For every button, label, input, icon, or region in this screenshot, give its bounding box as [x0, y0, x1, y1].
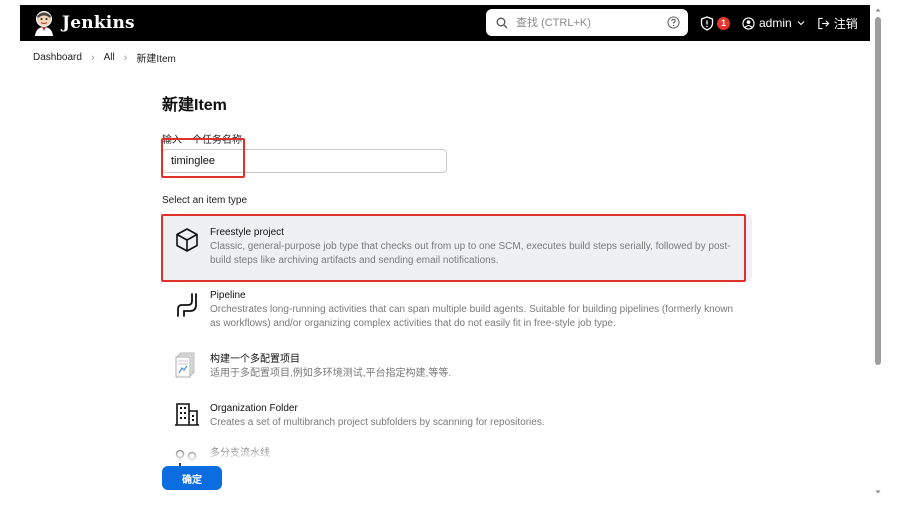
breadcrumb-separator: ›: [123, 51, 128, 64]
scroll-down-arrow-icon[interactable]: [875, 489, 881, 495]
chevron-down-icon: [797, 21, 805, 26]
search-input[interactable]: [516, 16, 656, 29]
app-name: Jenkins: [62, 13, 135, 33]
item-type-organization-folder[interactable]: Organization Folder Creates a set of mul…: [162, 397, 752, 435]
search-icon: [496, 17, 508, 28]
item-type-freestyle[interactable]: Freestyle project Classic, general-purpo…: [162, 215, 752, 281]
jenkins-window: Jenkins 1: [20, 5, 870, 501]
header-actions: 1 admin 注销: [700, 5, 858, 41]
item-type-pipeline[interactable]: Pipeline Orchestrates long-running activ…: [162, 287, 752, 337]
freestyle-cube-icon: [176, 228, 198, 252]
user-menu[interactable]: admin: [742, 16, 805, 30]
item-name-label: 输入一个任务名称: [162, 135, 242, 146]
logout-link[interactable]: 注销: [817, 15, 858, 32]
breadcrumb-all[interactable]: All: [104, 52, 115, 63]
breadcrumb-separator: ›: [90, 51, 95, 64]
top-header: Jenkins 1: [20, 5, 870, 41]
notification-badge[interactable]: 1: [717, 16, 730, 30]
scroll-up-arrow-icon[interactable]: [875, 7, 881, 13]
page-scrollbar[interactable]: [873, 5, 883, 501]
type-description: Classic, general-purpose job type that c…: [210, 241, 731, 266]
type-name: 多分支流水线: [210, 448, 270, 459]
item-type-label: Select an item type: [162, 195, 248, 206]
type-description: Creates a set of multibranch project sub…: [210, 417, 545, 428]
type-text: 构建一个多配置项目 适用于多配置项目,例如多环境测试,平台指定构建,等等.: [210, 353, 742, 381]
jenkins-logo[interactable]: Jenkins: [32, 10, 135, 36]
breadcrumb-new-item[interactable]: 新建Item: [136, 50, 175, 65]
type-text: 多分支流水线: [210, 447, 742, 460]
item-type-multi-config[interactable]: 构建一个多配置项目 适用于多配置项目,例如多环境测试,平台指定构建,等等.: [162, 349, 752, 387]
search-box[interactable]: [486, 9, 688, 36]
type-name: 构建一个多配置项目: [210, 354, 300, 365]
logout-label: 注销: [833, 16, 858, 31]
type-name: Organization Folder: [210, 403, 298, 414]
logout-icon: [817, 17, 830, 29]
security-shield-icon[interactable]: [700, 15, 714, 31]
username: admin: [759, 16, 792, 30]
page-title: 新建Item: [162, 97, 227, 114]
pipeline-icon: [177, 293, 197, 317]
type-name: Freestyle project: [210, 227, 284, 238]
help-icon[interactable]: [667, 16, 680, 29]
breadcrumb-dashboard[interactable]: Dashboard: [33, 52, 82, 63]
user-avatar-icon: [742, 16, 755, 30]
breadcrumb: Dashboard › All › 新建Item: [33, 50, 176, 66]
type-description: Orchestrates long-running activities tha…: [210, 304, 734, 329]
type-text: Organization Folder Creates a set of mul…: [210, 402, 742, 430]
scrollbar-thumb[interactable]: [875, 17, 881, 365]
item-type-multibranch[interactable]: 多分支流水线: [162, 445, 752, 466]
organization-folder-icon: [175, 403, 199, 426]
type-text: Pipeline Orchestrates long-running activ…: [210, 289, 742, 331]
multi-config-icon: [175, 352, 195, 378]
multibranch-icon: [175, 449, 197, 466]
type-description: 适用于多配置项目,例如多环境测试,平台指定构建,等等.: [210, 368, 452, 379]
type-name: Pipeline: [210, 290, 246, 301]
item-name-input[interactable]: [162, 149, 447, 173]
jenkins-butler-icon: [35, 11, 53, 36]
type-text: Freestyle project Classic, general-purpo…: [210, 226, 742, 268]
ok-button[interactable]: 确定: [162, 466, 222, 490]
